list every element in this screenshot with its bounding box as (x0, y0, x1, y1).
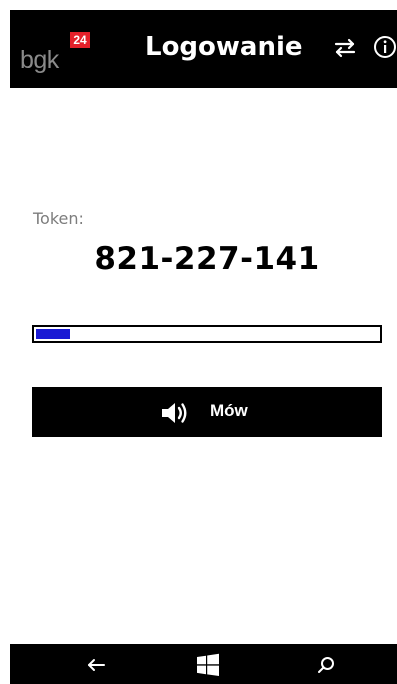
token-label: Token: (33, 209, 84, 228)
info-icon[interactable] (372, 34, 397, 60)
system-navbar (10, 644, 397, 684)
logo-badge: 24 (70, 32, 90, 48)
page-title: Logowanie (145, 32, 303, 62)
speak-button[interactable]: Mów (32, 387, 382, 437)
back-arrow-icon[interactable] (85, 654, 107, 676)
progress-fill (36, 329, 70, 339)
app-header: bgk 24 Logowanie (10, 10, 397, 88)
search-icon[interactable] (315, 654, 337, 676)
token-value: 821-227-141 (94, 241, 320, 277)
bgk24-logo: bgk 24 (20, 30, 90, 80)
speak-label: Mów (210, 401, 248, 420)
speaker-icon (160, 400, 190, 426)
screen: bgk 24 Logowanie Token: 821-227-141 Mów (0, 0, 397, 684)
swap-icon[interactable] (332, 35, 358, 61)
logo-text: bgk (20, 46, 59, 74)
windows-logo-icon[interactable] (196, 653, 220, 677)
token-timer-progress (32, 325, 382, 343)
